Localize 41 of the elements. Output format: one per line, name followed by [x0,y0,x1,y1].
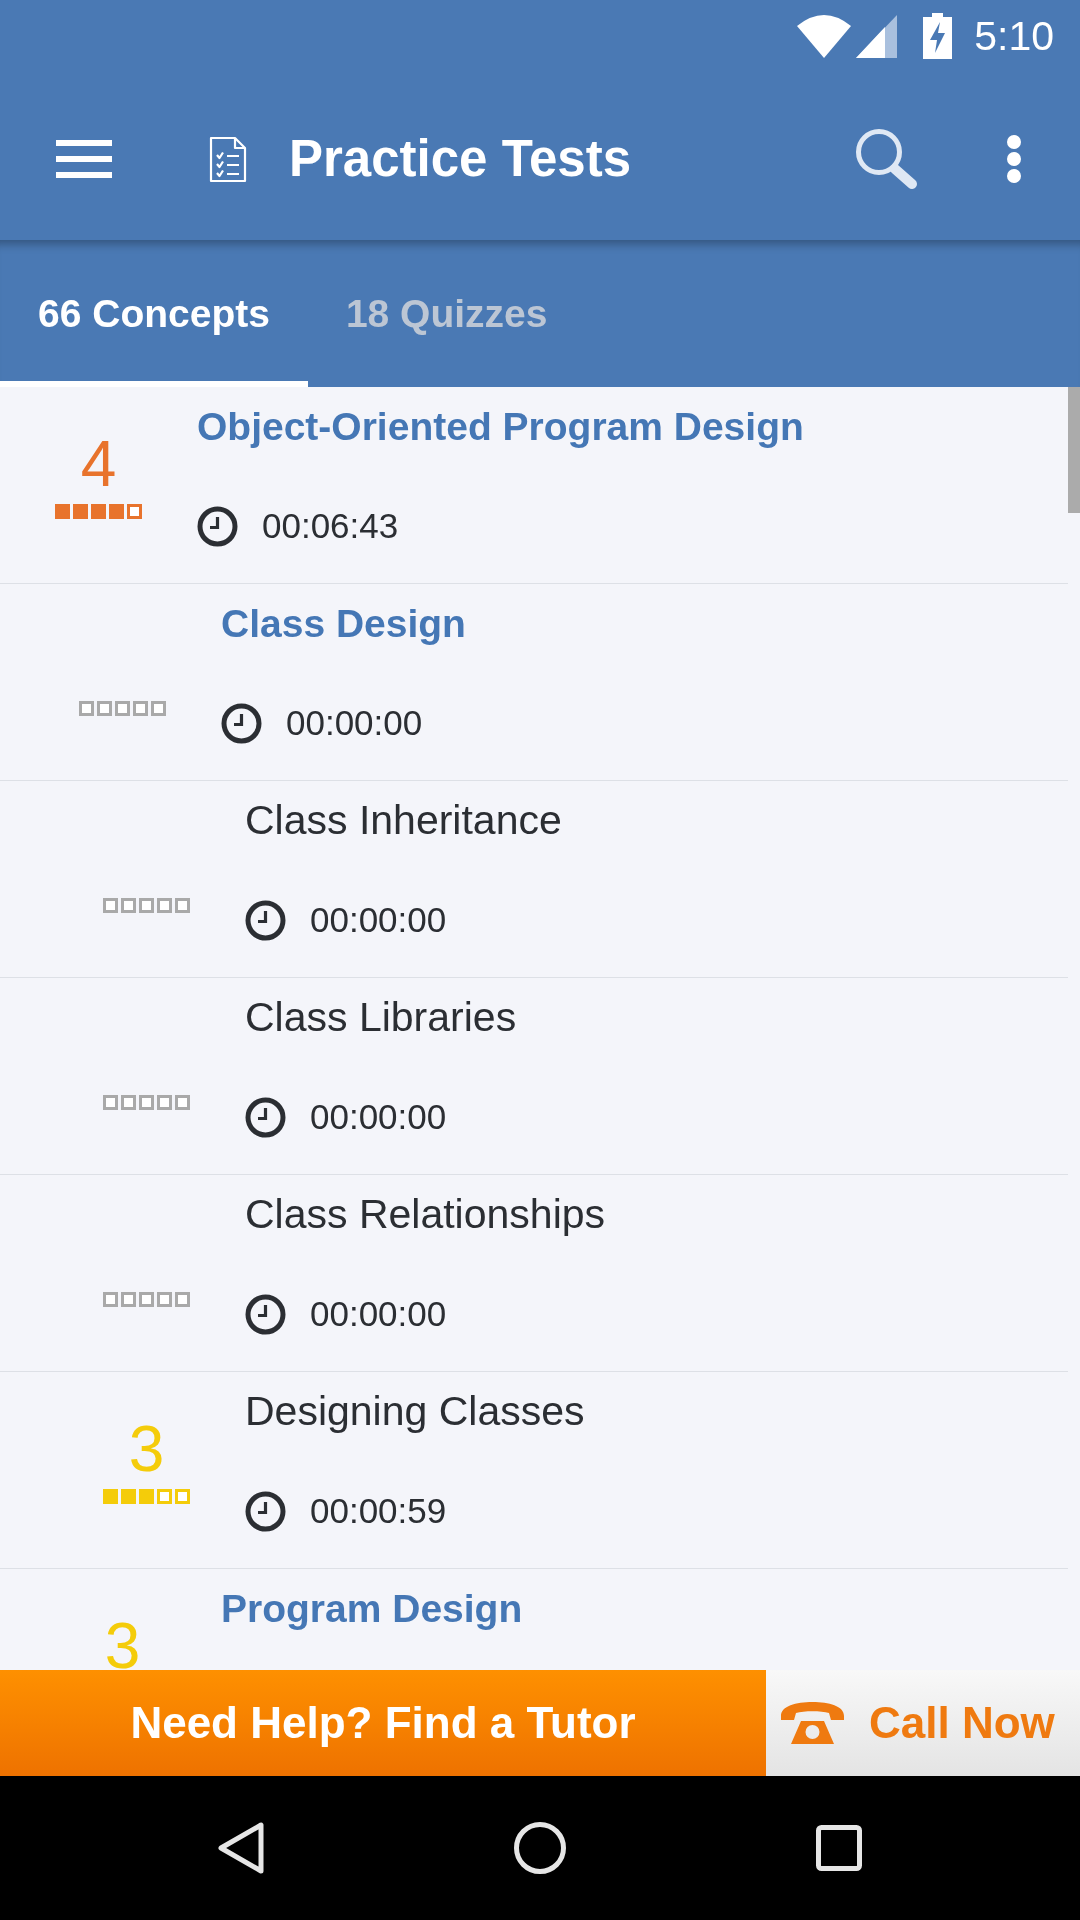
score-number: 3 [128,1425,165,1473]
wifi-icon [797,14,852,58]
concept-row[interactable]: Class Design 00:00:00 [0,584,1068,781]
concept-title: Class Design [221,601,466,647]
concept-row[interactable]: 3 Designing Classes 00:00:59 [0,1372,1068,1569]
clock-icon [245,1096,286,1138]
concept-title: Class Inheritance [245,797,562,845]
clock-icon [221,702,262,744]
clock-icon [245,1490,286,1532]
concept-row[interactable]: Class Libraries 00:00:00 [0,978,1068,1175]
time-spent: 00:00:00 [310,1293,447,1335]
concept-title: Designing Classes [245,1388,585,1436]
time-spent: 00:00:59 [310,1490,447,1532]
time-spent: 00:00:00 [310,1096,447,1138]
concept-title: Program Design [221,1586,523,1632]
more-options-icon[interactable] [1007,135,1021,183]
clock-icon [245,899,286,941]
battery-charging-icon [923,13,953,59]
signal-icon [856,14,898,58]
home-icon[interactable] [514,1822,566,1874]
score-number: 3 [104,1622,141,1670]
time-spent: 00:06:43 [262,505,399,547]
concept-row[interactable]: Class Inheritance 00:00:00 [0,781,1068,978]
checklist-document-icon [209,135,247,183]
concept-title: Class Relationships [245,1191,606,1239]
back-icon[interactable] [217,1822,265,1874]
concept-title: Object-Oriented Program Design [197,404,804,450]
menu-icon[interactable] [56,140,112,178]
score-number: 4 [80,440,117,488]
status-time: 5:10 [974,15,1054,57]
recents-icon[interactable] [816,1825,862,1871]
time-spent: 00:00:00 [286,702,423,744]
concept-title: Class Libraries [245,994,517,1042]
search-icon[interactable] [855,128,919,190]
screen-title: Practice Tests [289,129,632,189]
concept-row[interactable]: Class Relationships 00:00:00 [0,1175,1068,1372]
concept-row[interactable]: 4 Object-Oriented Program Design 00:06:43 [0,387,1068,584]
clock-icon [245,1293,286,1335]
telephone-icon [781,1702,844,1744]
time-spent: 00:00:00 [310,899,447,941]
clock-icon [197,505,238,547]
